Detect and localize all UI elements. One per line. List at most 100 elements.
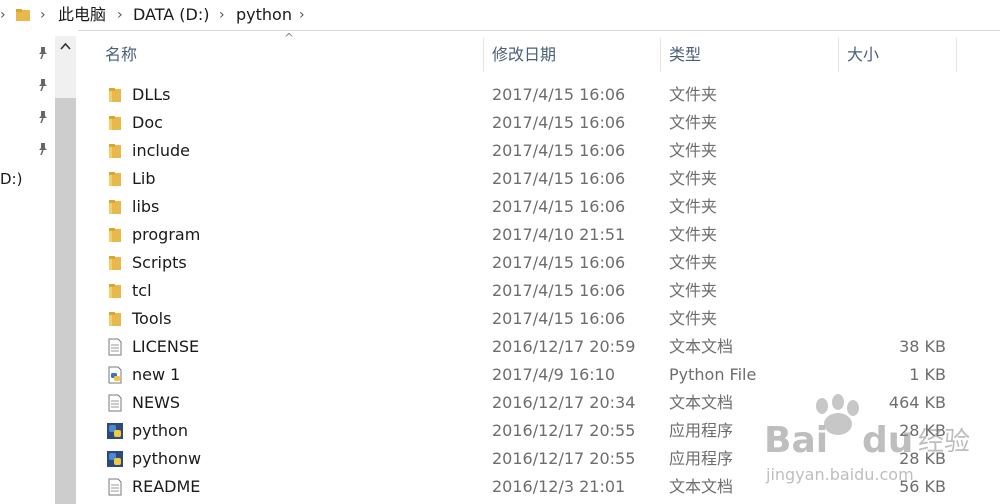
file-modified-date: 2016/12/17 20:55 xyxy=(492,421,636,440)
folder-icon xyxy=(106,198,124,216)
file-modified-date: 2017/4/15 16:06 xyxy=(492,113,626,132)
file-name: tcl xyxy=(132,281,152,300)
file-row[interactable]: Lib 2017/4/15 16:06 文件夹 xyxy=(78,165,1000,193)
file-modified-date: 2016/12/3 21:01 xyxy=(492,477,626,496)
file-name: Tools xyxy=(132,309,172,328)
file-modified-date: 2017/4/15 16:06 xyxy=(492,169,626,188)
folder-icon xyxy=(106,142,124,160)
file-row[interactable]: libs 2017/4/15 16:06 文件夹 xyxy=(78,193,1000,221)
column-header-size[interactable]: 大小 xyxy=(847,38,879,72)
scroll-up-icon[interactable] xyxy=(60,42,71,50)
file-type: 文件夹 xyxy=(669,85,718,104)
file-type: 文件夹 xyxy=(669,141,718,160)
folder-icon xyxy=(16,9,30,21)
file-row[interactable]: new 1 2017/4/9 16:10 Python File 1 KB xyxy=(78,361,1000,389)
file-type: 文件夹 xyxy=(669,253,718,272)
svg-text:jingyan.baidu.com: jingyan.baidu.com xyxy=(765,465,914,484)
file-name: LICENSE xyxy=(132,337,200,356)
svg-text:经验: 经验 xyxy=(918,427,970,457)
file-name: README xyxy=(132,477,201,496)
file-row[interactable]: LICENSE 2016/12/17 20:59 文本文档 38 KB xyxy=(78,333,1000,361)
chevron-right-icon[interactable]: › xyxy=(219,0,225,30)
file-modified-date: 2016/12/17 20:55 xyxy=(492,449,636,468)
file-type: 文本文档 xyxy=(669,393,734,412)
file-name: Doc xyxy=(132,113,163,132)
file-modified-date: 2017/4/15 16:06 xyxy=(492,85,626,104)
file-modified-date: 2017/4/15 16:06 xyxy=(492,281,626,300)
file-row[interactable]: Doc 2017/4/15 16:06 文件夹 xyxy=(78,109,1000,137)
column-header-modified[interactable]: 修改日期 xyxy=(492,38,556,72)
file-size: 38 KB xyxy=(899,337,946,356)
file-name: python xyxy=(132,421,188,440)
folder-icon xyxy=(106,226,124,244)
file-row[interactable]: program 2017/4/10 21:51 文件夹 xyxy=(78,221,1000,249)
file-row[interactable]: tcl 2017/4/15 16:06 文件夹 xyxy=(78,277,1000,305)
file-name: new 1 xyxy=(132,365,181,384)
scrollbar-thumb[interactable] xyxy=(55,98,76,504)
nav-scrollbar[interactable] xyxy=(55,36,76,504)
file-row[interactable]: Scripts 2017/4/15 16:06 文件夹 xyxy=(78,249,1000,277)
file-modified-date: 2017/4/15 16:06 xyxy=(492,309,626,328)
file-type: 文件夹 xyxy=(669,113,718,132)
column-header-type[interactable]: 类型 xyxy=(669,38,701,72)
file-name: DLLs xyxy=(132,85,171,104)
chevron-right-icon[interactable]: › xyxy=(0,0,6,30)
pin-icon[interactable] xyxy=(37,46,49,60)
file-type: 应用程序 xyxy=(669,449,734,468)
column-header-name[interactable]: 名称 xyxy=(105,38,137,72)
file-name: include xyxy=(132,141,190,160)
file-row[interactable]: include 2017/4/15 16:06 文件夹 xyxy=(78,137,1000,165)
folder-icon xyxy=(106,170,124,188)
file-modified-date: 2016/12/17 20:34 xyxy=(492,393,636,412)
file-modified-date: 2017/4/15 16:06 xyxy=(492,197,626,216)
breadcrumb-python[interactable]: python xyxy=(236,0,292,30)
chevron-right-icon[interactable]: › xyxy=(117,0,123,30)
text-document-icon xyxy=(106,394,124,412)
file-type: 文件夹 xyxy=(669,281,718,300)
file-modified-date: 2017/4/10 21:51 xyxy=(492,225,626,244)
python-app-icon xyxy=(106,422,124,440)
chevron-right-icon[interactable]: › xyxy=(40,0,46,30)
folder-icon xyxy=(106,310,124,328)
folder-icon xyxy=(106,254,124,272)
python-file-icon xyxy=(106,366,124,384)
sort-ascending-icon: ^ xyxy=(284,31,295,45)
file-type: 文件夹 xyxy=(669,225,718,244)
file-type: 文本文档 xyxy=(669,337,734,356)
file-row[interactable]: Tools 2017/4/15 16:06 文件夹 xyxy=(78,305,1000,333)
text-document-icon xyxy=(106,478,124,496)
baidu-watermark: Bai du 经验 jingyan.baidu.com xyxy=(764,394,970,484)
file-modified-date: 2017/4/15 16:06 xyxy=(492,253,626,272)
breadcrumb-drive[interactable]: DATA (D:) xyxy=(133,0,210,30)
pin-icon[interactable] xyxy=(37,142,49,156)
pin-icon[interactable] xyxy=(37,110,49,124)
file-row[interactable]: DLLs 2017/4/15 16:06 文件夹 xyxy=(78,81,1000,109)
svg-text:du: du xyxy=(862,420,913,461)
file-name: Lib xyxy=(132,169,156,188)
file-name: program xyxy=(132,225,201,244)
file-name: NEWS xyxy=(132,393,181,412)
file-type: 文件夹 xyxy=(669,197,718,216)
folder-icon xyxy=(106,114,124,132)
column-divider[interactable] xyxy=(956,38,957,72)
folder-icon xyxy=(106,86,124,104)
file-name: Scripts xyxy=(132,253,187,272)
file-name: libs xyxy=(132,197,160,216)
chevron-down-icon[interactable]: › xyxy=(299,0,305,30)
nav-item-drive[interactable]: D:) xyxy=(0,170,22,188)
column-divider[interactable] xyxy=(660,38,661,72)
file-name: pythonw xyxy=(132,449,202,468)
column-divider[interactable] xyxy=(483,38,484,72)
file-type: 应用程序 xyxy=(669,421,734,440)
file-type: Python File xyxy=(669,365,757,384)
file-type: 文件夹 xyxy=(669,169,718,188)
pin-icon[interactable] xyxy=(37,78,49,92)
file-type: 文本文档 xyxy=(669,477,734,496)
file-modified-date: 2016/12/17 20:59 xyxy=(492,337,636,356)
file-modified-date: 2017/4/9 16:10 xyxy=(492,365,616,384)
address-bar[interactable]: › › 此电脑 › DATA (D:) › python › xyxy=(0,0,1000,31)
column-divider[interactable] xyxy=(838,38,839,72)
python-app-icon xyxy=(106,450,124,468)
breadcrumb-this-pc[interactable]: 此电脑 xyxy=(58,0,106,30)
folder-icon xyxy=(106,282,124,300)
